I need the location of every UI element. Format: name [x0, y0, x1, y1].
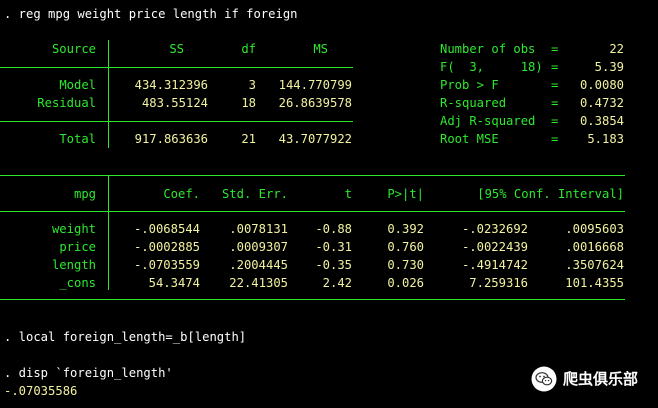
- disp-result: -.07035586: [4, 384, 78, 398]
- anova-ss-value: 434.312396: [134, 78, 208, 92]
- coef-se-value: .0078131: [229, 222, 288, 236]
- stat-equals: =: [551, 96, 559, 110]
- local-command: . local foreign_length=_b[length]: [4, 330, 247, 344]
- anova-df-value: 18: [241, 96, 256, 110]
- coef-p-value: 0.392: [387, 222, 424, 236]
- coef-se-header: Std. Err.: [221, 187, 288, 201]
- stat-equals: =: [551, 132, 559, 146]
- anova-header-rule: [0, 67, 353, 68]
- stat-label: R-squared: [440, 96, 507, 110]
- coef-se-value: .2004445: [229, 258, 288, 272]
- coef-header-rule: [0, 211, 625, 212]
- anova-ms-value: 43.7077922: [278, 132, 352, 146]
- stat-equals: =: [551, 78, 559, 92]
- coef-ci-high: .0016668: [565, 240, 624, 254]
- coef-value: 54.3474: [148, 276, 200, 290]
- stat-equals: =: [551, 42, 559, 56]
- anova-ss-value: 917.863636: [134, 132, 208, 146]
- anova-ms-value: 144.770799: [278, 78, 352, 92]
- wechat-icon: [531, 366, 557, 392]
- stat-value: 5.183: [587, 132, 624, 146]
- stata-results-window: . reg mpg weight price length if foreign…: [0, 0, 658, 408]
- anova-ss-header: SS: [169, 42, 184, 56]
- disp-command: . disp `foreign_length': [4, 366, 173, 380]
- coef-ci-low: -.0022439: [461, 240, 528, 254]
- anova-row-label: Residual: [37, 96, 96, 110]
- coef-ci-header: [95% Conf. Interval]: [477, 187, 624, 201]
- stat-value: 5.39: [594, 60, 624, 74]
- coef-value: -.0703559: [133, 258, 200, 272]
- coef-t-value: -0.35: [315, 258, 352, 272]
- stat-value: 0.0080: [579, 78, 624, 92]
- coef-se-value: 22.41305: [229, 276, 288, 290]
- regress-command: . reg mpg weight price length if foreign: [4, 7, 298, 21]
- watermark-text: 爬虫俱乐部: [562, 370, 638, 388]
- coef-top-rule: [0, 175, 625, 176]
- anova-df-value: 21: [241, 132, 256, 146]
- coef-var-name: _cons: [59, 276, 96, 290]
- coef-value: -.0002885: [133, 240, 200, 254]
- coef-t-value: -0.31: [315, 240, 352, 254]
- anova-row-label: Total: [59, 132, 96, 146]
- watermark: 爬虫俱乐部: [531, 366, 638, 392]
- stat-label: F( 3, 18): [440, 60, 543, 74]
- anova-df-value: 3: [248, 78, 256, 92]
- anova-source-header: Source: [51, 42, 96, 56]
- stat-value: 0.4732: [579, 96, 624, 110]
- coef-ci-high: 101.4355: [565, 276, 624, 290]
- stat-label: Prob > F: [440, 78, 499, 92]
- anova-ms-value: 26.8639578: [278, 96, 352, 110]
- coef-column-rule: [108, 176, 109, 290]
- coef-p-value: 0.026: [387, 276, 424, 290]
- coef-p-header: P>|t|: [387, 187, 424, 201]
- anova-ss-value: 483.55124: [141, 96, 208, 110]
- coef-t-header: t: [344, 187, 352, 201]
- anova-df-header: df: [241, 42, 256, 56]
- stat-value: 0.3854: [579, 114, 624, 128]
- coef-ci-high: .0095603: [565, 222, 624, 236]
- coef-depvar-header: mpg: [73, 187, 96, 201]
- anova-column-rule: [108, 40, 109, 148]
- coef-ci-low: 7.259316: [469, 276, 528, 290]
- coef-t-value: -0.88: [315, 222, 352, 236]
- stat-label: Adj R-squared: [440, 114, 536, 128]
- coef-p-value: 0.760: [387, 240, 424, 254]
- coef-ci-low: -.4914742: [461, 258, 528, 272]
- coef-t-value: 2.42: [322, 276, 352, 290]
- coef-value: -.0068544: [133, 222, 200, 236]
- coef-coef-header: Coef.: [163, 187, 200, 201]
- stat-label: Number of obs: [440, 42, 536, 56]
- anova-total-rule: [0, 121, 353, 122]
- coef-var-name: weight: [51, 222, 96, 236]
- stat-equals: =: [551, 60, 559, 74]
- stat-value: 22: [609, 42, 624, 56]
- coef-var-name: price: [59, 240, 96, 254]
- coef-var-name: length: [51, 258, 96, 272]
- coef-ci-low: -.0232692: [461, 222, 528, 236]
- coef-ci-high: .3507624: [565, 258, 624, 272]
- stat-equals: =: [551, 114, 559, 128]
- coef-bottom-rule: [0, 299, 625, 300]
- coef-p-value: 0.730: [387, 258, 424, 272]
- coef-se-value: .0009307: [229, 240, 288, 254]
- anova-row-label: Model: [59, 78, 96, 92]
- anova-ms-header: MS: [313, 42, 328, 56]
- stat-label: Root MSE: [440, 132, 499, 146]
